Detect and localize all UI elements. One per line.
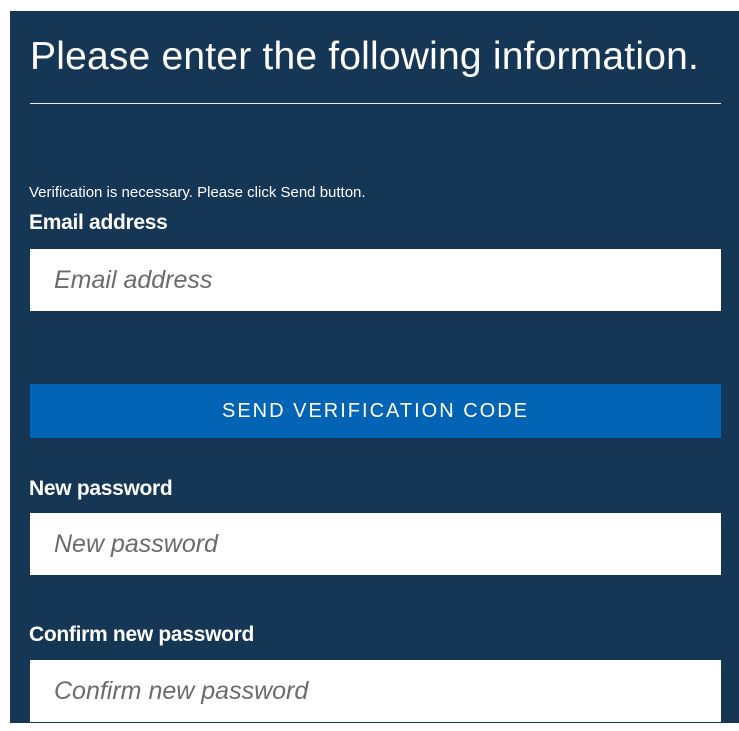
confirm-password-field[interactable] (30, 660, 721, 722)
new-password-field[interactable] (30, 513, 721, 575)
email-field[interactable] (30, 249, 721, 311)
form-heading: Please enter the following information. (30, 35, 700, 78)
send-verification-code-button[interactable]: SEND VERIFICATION CODE (30, 384, 721, 438)
heading-divider (30, 103, 721, 104)
confirm-password-label: Confirm new password (29, 623, 255, 646)
verification-instructions: Verification is necessary. Please click … (29, 184, 366, 201)
new-password-label: New password (29, 477, 173, 500)
password-reset-form: Please enter the following information. … (10, 11, 739, 723)
email-label: Email address (29, 211, 168, 234)
